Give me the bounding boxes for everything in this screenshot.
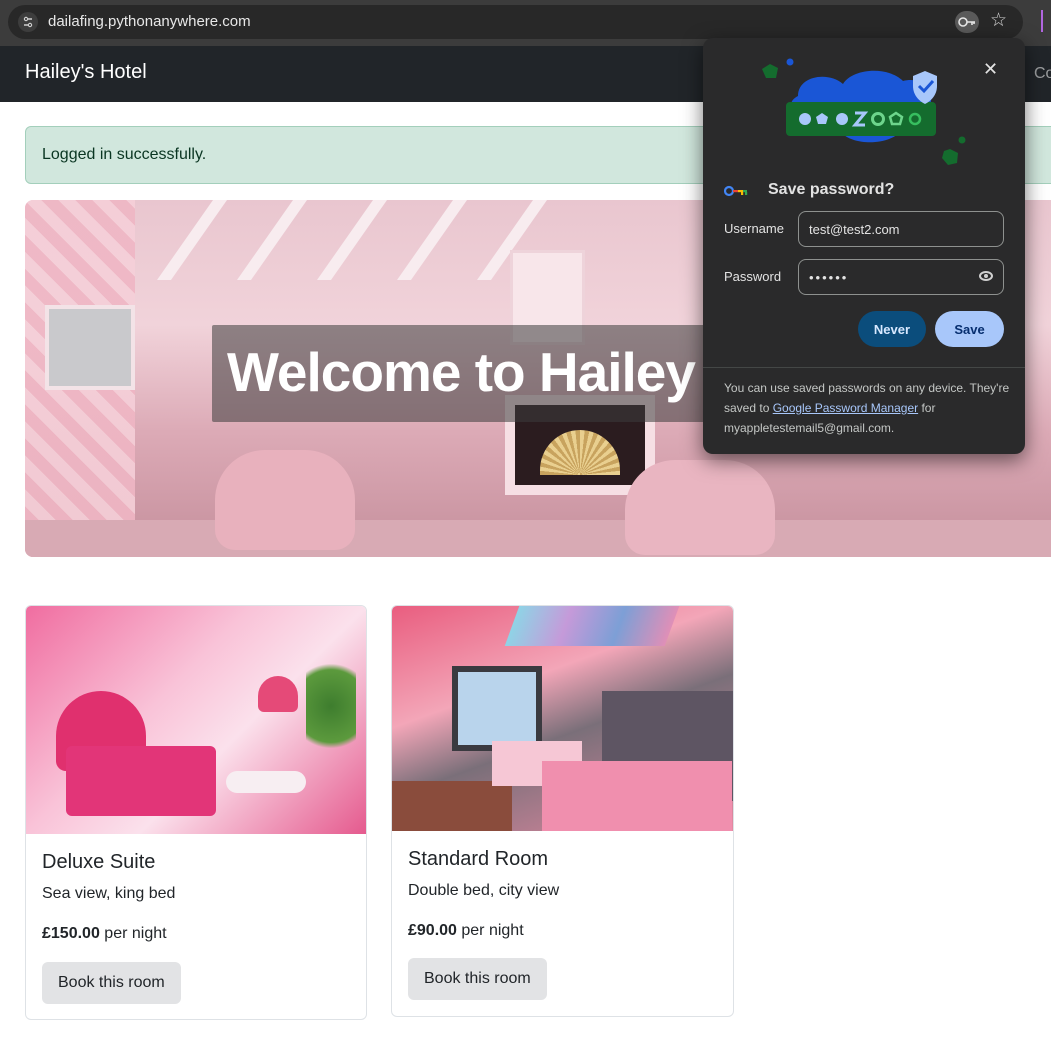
hero-window	[45, 305, 135, 390]
room-description: Sea view, king bed	[42, 885, 176, 902]
password-manager-illustration-icon	[762, 58, 966, 165]
username-label: Username	[724, 221, 784, 236]
room-image-window	[452, 666, 542, 751]
save-button[interactable]: Save	[935, 311, 1004, 347]
site-settings-icon[interactable]	[18, 12, 38, 32]
room-price-suffix: per night	[456, 922, 524, 939]
never-button[interactable]: Never	[858, 311, 926, 347]
room-image	[26, 606, 366, 834]
room-image-table	[226, 771, 306, 793]
room-image	[392, 606, 733, 831]
room-description: Double bed, city view	[408, 882, 560, 899]
save-password-dialog: ✕ Save password? Username Password Never…	[703, 38, 1025, 454]
book-room-button[interactable]: Book this room	[42, 962, 181, 1004]
book-room-button[interactable]: Book this room	[408, 958, 547, 1000]
password-manager-link[interactable]: Google Password Manager	[773, 401, 918, 415]
hero-beam	[396, 200, 468, 280]
room-image-floor	[392, 781, 512, 831]
address-bar[interactable]: dailafing.pythonanywhere.com ☆	[8, 5, 1023, 39]
hero-title: Welcome to Hailey	[227, 341, 696, 403]
hero-beam	[236, 200, 308, 280]
room-name: Deluxe Suite	[42, 851, 156, 873]
room-image-bed	[66, 746, 216, 816]
password-key-icon[interactable]	[955, 11, 979, 33]
alert-message: Logged in successfully.	[42, 146, 207, 163]
room-image-ceiling	[504, 606, 680, 646]
hero-chair	[215, 450, 355, 550]
close-icon[interactable]: ✕	[983, 60, 998, 78]
room-card: Deluxe Suite Sea view, king bed £150.00 …	[25, 605, 367, 1020]
room-price-suffix: per night	[99, 925, 167, 942]
dialog-divider	[703, 367, 1025, 368]
navbar-brand[interactable]: Hailey's Hotel	[25, 61, 147, 84]
username-field[interactable]	[798, 211, 1004, 247]
room-image-heart	[258, 676, 298, 712]
room-price: £90.00 per night	[408, 922, 524, 940]
hero-floor	[25, 520, 1051, 557]
google-password-key-icon	[724, 185, 748, 197]
dialog-title: Save password?	[768, 181, 895, 198]
show-password-eye-icon[interactable]	[979, 271, 993, 281]
url-text[interactable]: dailafing.pythonanywhere.com	[48, 13, 251, 30]
hero-beam	[156, 200, 228, 280]
password-field[interactable]	[798, 259, 1004, 295]
dialog-footer: You can use saved passwords on any devic…	[724, 378, 1014, 438]
room-name: Standard Room	[408, 848, 549, 870]
room-image-bed	[542, 761, 732, 831]
room-price: £150.00 per night	[42, 925, 167, 943]
navbar-link[interactable]: Co	[1034, 65, 1051, 83]
hero-beam	[316, 200, 388, 280]
extension-icon[interactable]	[1041, 10, 1049, 32]
room-price-amount: £150.00	[42, 925, 100, 942]
password-label: Password	[724, 269, 782, 284]
room-image-plant	[306, 651, 356, 761]
hero-chair	[625, 460, 775, 555]
room-price-amount: £90.00	[408, 922, 457, 939]
bookmark-star-icon[interactable]: ☆	[990, 10, 1007, 32]
room-card: Standard Room Double bed, city view £90.…	[391, 605, 734, 1017]
